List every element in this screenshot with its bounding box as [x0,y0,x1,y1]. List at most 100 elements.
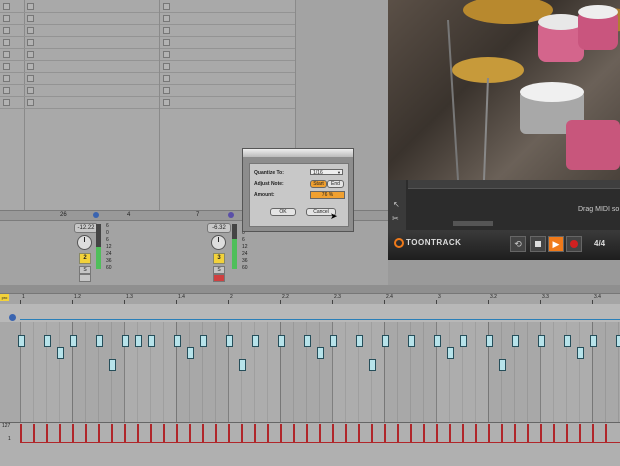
velocity-bar[interactable] [241,424,243,442]
velocity-bar[interactable] [579,424,581,442]
velocity-bar[interactable] [397,424,399,442]
record-button[interactable] [566,236,582,252]
velocity-bar[interactable] [189,424,191,442]
arm-button[interactable] [79,274,91,282]
midi-note[interactable] [135,335,142,347]
midi-note[interactable] [447,347,454,359]
velocity-bar[interactable] [33,424,35,442]
velocity-bar[interactable] [605,424,607,442]
midi-note[interactable] [239,359,246,371]
velocity-bar[interactable] [137,424,139,442]
velocity-bar[interactable] [306,424,308,442]
midi-note[interactable] [174,335,181,347]
velocity-bar[interactable] [462,424,464,442]
midi-note[interactable] [486,335,493,347]
dialog-titlebar[interactable] [243,149,353,157]
loop-strip[interactable] [0,304,620,323]
loop-icon[interactable]: ⟲ [510,236,526,252]
velocity-bar[interactable] [319,424,321,442]
velocity-bar[interactable] [358,424,360,442]
velocity-bar[interactable] [501,424,503,442]
velocity-bar[interactable] [98,424,100,442]
velocity-bar[interactable] [436,424,438,442]
plugin-timeline[interactable]: ↖ ✂ Drag MIDI so [388,180,620,230]
midi-note[interactable] [122,335,129,347]
midi-note[interactable] [18,335,25,347]
clip-slot[interactable] [24,96,159,109]
velocity-bar[interactable] [215,424,217,442]
midi-note[interactable] [96,335,103,347]
arm-button[interactable] [213,274,225,282]
velocity-bar[interactable] [124,424,126,442]
solo-button[interactable]: S [79,266,91,274]
midi-note[interactable] [460,335,467,347]
panel-divider[interactable] [0,285,620,293]
velocity-bar[interactable] [163,424,165,442]
quantize-select[interactable]: 1/16 ▼ [310,169,343,176]
stop-button[interactable] [530,236,546,252]
play-button[interactable]: ▶ [548,236,564,252]
ok-button[interactable]: OK [270,208,296,216]
midi-note[interactable] [512,335,519,347]
velocity-bar[interactable] [267,424,269,442]
velocity-bar[interactable] [475,424,477,442]
velocity-bar[interactable] [345,424,347,442]
midi-note[interactable] [590,335,597,347]
clip-slot[interactable] [160,96,295,109]
midi-note[interactable] [408,335,415,347]
midi-note[interactable] [278,335,285,347]
info-icon[interactable] [9,314,16,321]
midi-note[interactable] [252,335,259,347]
midi-note[interactable] [577,347,584,359]
velocity-bar[interactable] [59,424,61,442]
velocity-bar[interactable] [176,424,178,442]
velocity-bar[interactable] [566,424,568,442]
track-activator[interactable]: 2 [79,253,91,264]
amount-field[interactable]: 76 % [310,191,345,199]
velocity-bar[interactable] [488,424,490,442]
velocity-bar[interactable] [202,424,204,442]
velocity-bar[interactable] [20,424,22,442]
midi-note[interactable] [226,335,233,347]
velocity-editor[interactable]: 127 1 [0,422,620,466]
midi-note[interactable] [564,335,571,347]
volume-readout[interactable]: -6.32 [207,223,231,233]
velocity-bar[interactable] [228,424,230,442]
pan-knob[interactable] [77,235,92,250]
info-icon[interactable] [228,212,234,218]
midi-note[interactable] [187,347,194,359]
plugin-scrollbar[interactable] [453,221,493,226]
midi-note[interactable] [499,359,506,371]
info-icon[interactable] [93,212,99,218]
end-toggle[interactable]: End [327,180,344,188]
midi-note[interactable] [369,359,376,371]
midi-note[interactable] [304,335,311,347]
velocity-bar[interactable] [384,424,386,442]
velocity-bar[interactable] [371,424,373,442]
midi-note[interactable] [148,335,155,347]
track-activator[interactable]: 3 [213,253,225,264]
midi-note[interactable] [434,335,441,347]
velocity-bar[interactable] [410,424,412,442]
velocity-bar[interactable] [553,424,555,442]
midi-note[interactable] [356,335,363,347]
velocity-bar[interactable] [592,424,594,442]
velocity-bar[interactable] [85,424,87,442]
pan-knob[interactable] [211,235,226,250]
velocity-bar[interactable] [527,424,529,442]
midi-note[interactable] [382,335,389,347]
volume-readout[interactable]: -12.22 [74,223,98,233]
velocity-bar[interactable] [46,424,48,442]
midi-note[interactable] [616,335,620,347]
midi-note[interactable] [317,347,324,359]
note-editor[interactable] [0,322,620,422]
midi-note[interactable] [44,335,51,347]
midi-note[interactable] [538,335,545,347]
midi-note[interactable] [109,359,116,371]
velocity-bar[interactable] [150,424,152,442]
time-signature[interactable]: 4/4 [594,239,605,248]
start-toggle[interactable]: Start [310,180,327,188]
clip-tag[interactable]: pro [0,294,9,301]
velocity-bar[interactable] [423,424,425,442]
midi-note[interactable] [57,347,64,359]
